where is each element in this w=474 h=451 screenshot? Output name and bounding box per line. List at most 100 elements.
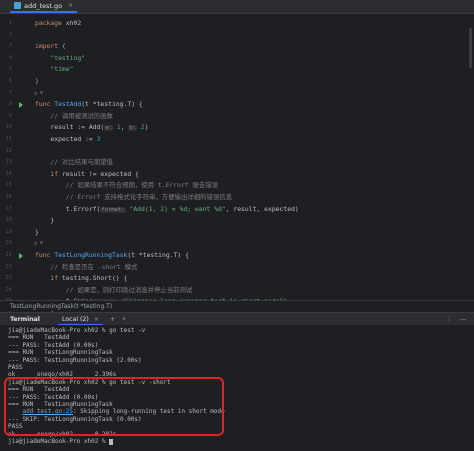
code-text: if result != expected {: [35, 169, 139, 181]
code-token: 3: [96, 135, 101, 143]
code-token: testing.Short() {: [61, 274, 128, 283]
line-number: 7: [8, 89, 12, 96]
parameter-hint: b:: [128, 125, 137, 132]
close-icon[interactable]: ×: [68, 2, 73, 9]
line-number: 9: [8, 112, 12, 119]
terminal-line: jia@jiadeMacBook-Pro xh02 % go test -v: [8, 327, 145, 334]
line-number: 14: [5, 170, 12, 177]
code-token: func: [35, 100, 55, 109]
parameter-hint: format:: [100, 206, 126, 213]
code-text: // 如果结果不符合预期，使用 t.Errorf 报告错误: [35, 180, 218, 192]
code-line[interactable]: 8 func TestAdd(t *testing.T) {: [0, 99, 474, 111]
tab-label: Local (2): [62, 316, 89, 323]
code-line[interactable]: 17 t.Errorf(format: "Add(1, 2) = %d; wan…: [0, 204, 474, 216]
code-line[interactable]: 6): [0, 76, 474, 88]
code-token: TestLongRunningTask: [54, 251, 128, 259]
code-line[interactable]: 20: [0, 238, 474, 250]
code-line[interactable]: 24 // 如果是，则打印跳过消息并停止当前测试: [0, 285, 474, 297]
run-test-icon[interactable]: [19, 253, 23, 259]
code-line[interactable]: 19}: [0, 227, 474, 239]
terminal-line: --- PASS: TestAdd (0.00s): [8, 342, 98, 349]
code-text: // 检查是否在 -short 模式: [35, 262, 137, 274]
code-text: "time": [35, 64, 73, 76]
code-editor[interactable]: 1 package xh02 2 3 import (4 "testing" 5 "tim…: [0, 14, 474, 363]
line-number: 2: [8, 31, 12, 38]
breadcrumb[interactable]: TestLongRunningTask(t *testing.T): [0, 300, 474, 311]
terminal-header: Terminal Local (2) × + ∨ ⋮ —: [0, 312, 474, 326]
code-token: expected :=: [35, 135, 97, 143]
code-token: (t *testing.T) {: [81, 100, 143, 109]
code-text: expected := 3: [35, 134, 100, 146]
terminal-text: --- PASS: TestAdd (0.00s): [8, 341, 99, 349]
code-line[interactable]: 15 // 如果结果不符合预期，使用 t.Errorf 报告错误: [0, 180, 474, 192]
code-text: "testing": [35, 53, 85, 65]
code-text: if testing.Short() {: [35, 273, 127, 285]
highlight-box: [4, 377, 224, 436]
code-text: }: [35, 227, 39, 239]
code-line[interactable]: 10 result := Add(a: 1, b: 2): [0, 122, 474, 134]
code-token: , result, expected): [225, 204, 299, 213]
line-number: 16: [5, 194, 12, 200]
code-token: "Add(1, 2) = %d; want %d": [129, 204, 226, 213]
code-token: (t *testing.T) {: [127, 251, 189, 259]
code-token: if: [50, 274, 62, 283]
terminal-line: --- PASS: TestLongRunningTask (2.00s): [8, 357, 142, 364]
line-number: 15: [5, 182, 12, 189]
fold-marker-icon[interactable]: △ ∨: [34, 240, 43, 246]
code-text: func TestAdd(t *testing.T) {: [35, 99, 143, 111]
code-text: package xh02: [35, 18, 81, 30]
code-line[interactable]: 12: [0, 146, 474, 158]
code-text: }: [35, 215, 54, 227]
tab-add-test-go[interactable]: add_test.go ×: [10, 0, 78, 13]
code-token: // 如果结果不符合预期，使用 t.Errorf 报告错误: [65, 181, 219, 190]
close-icon[interactable]: ×: [94, 316, 99, 323]
code-line[interactable]: 7: [0, 88, 474, 100]
code-line[interactable]: 14 if result != expected {: [0, 169, 474, 181]
code-line[interactable]: 18 }: [0, 215, 474, 227]
code-token: result != expected {: [61, 169, 139, 178]
code-line[interactable]: 22 // 检查是否在 -short 模式: [0, 262, 474, 274]
code-line[interactable]: 11 expected := 3: [0, 134, 474, 146]
line-number: 8: [8, 101, 12, 108]
code-token: "testing": [50, 53, 86, 62]
line-number: 22: [5, 263, 12, 270]
code-line[interactable]: 4 "testing": [0, 53, 474, 65]
code-line[interactable]: 2: [0, 30, 474, 42]
code-line[interactable]: 3 import (: [0, 41, 474, 53]
code-text: // 调用被测试的函数: [35, 111, 113, 123]
code-line[interactable]: 16 // Errorf 支持格式化字符串，方便输出详细的错误信息: [0, 192, 474, 204]
code-line[interactable]: 1 package xh02: [0, 18, 474, 30]
line-number: 11: [5, 136, 12, 142]
code-line[interactable]: 23 if testing.Short() {: [0, 273, 474, 285]
code-text: import (: [35, 41, 66, 53]
code-token: result := Add(: [35, 123, 105, 132]
code-line[interactable]: 13 // 对比结果与期望值: [0, 157, 474, 169]
code-line[interactable]: 5 "time": [0, 64, 474, 76]
run-test-icon[interactable]: [19, 102, 23, 109]
terminal-text: jia@jiadeMacBook-Pro xh02 %: [8, 438, 110, 445]
code-token: (: [61, 42, 66, 51]
terminal-line: === RUN TestLongRunningTask: [8, 349, 113, 356]
line-number: 18: [5, 217, 12, 224]
code-token: // 调用被测试的函数: [50, 111, 114, 120]
parameter-hint: a:: [104, 125, 113, 132]
line-number: 10: [5, 124, 12, 131]
code-text: // Errorf 支持格式化字符串，方便输出详细的错误信息: [35, 192, 232, 204]
code-line[interactable]: 9 // 调用被测试的函数: [0, 111, 474, 123]
code-token: // 如果是，则打印跳过消息并停止当前测试: [65, 285, 193, 294]
fold-marker-icon[interactable]: △ ∨: [34, 90, 43, 96]
code-line[interactable]: 21 func TestLongRunningTask(t *testing.T)…: [0, 250, 474, 262]
line-number: 5: [8, 66, 12, 73]
code-token: ): [35, 77, 39, 85]
code-token: }: [35, 227, 39, 236]
terminal-text: === RUN TestLongRunningTask: [8, 349, 113, 357]
terminal-line: === RUN TestAdd: [8, 334, 69, 341]
terminal-text: jia@jiadeMacBook-Pro xh02 % go test -v: [8, 327, 146, 334]
code-text: func TestLongRunningTask(t *testing.T) {: [35, 250, 189, 262]
code-token: }: [35, 216, 55, 225]
